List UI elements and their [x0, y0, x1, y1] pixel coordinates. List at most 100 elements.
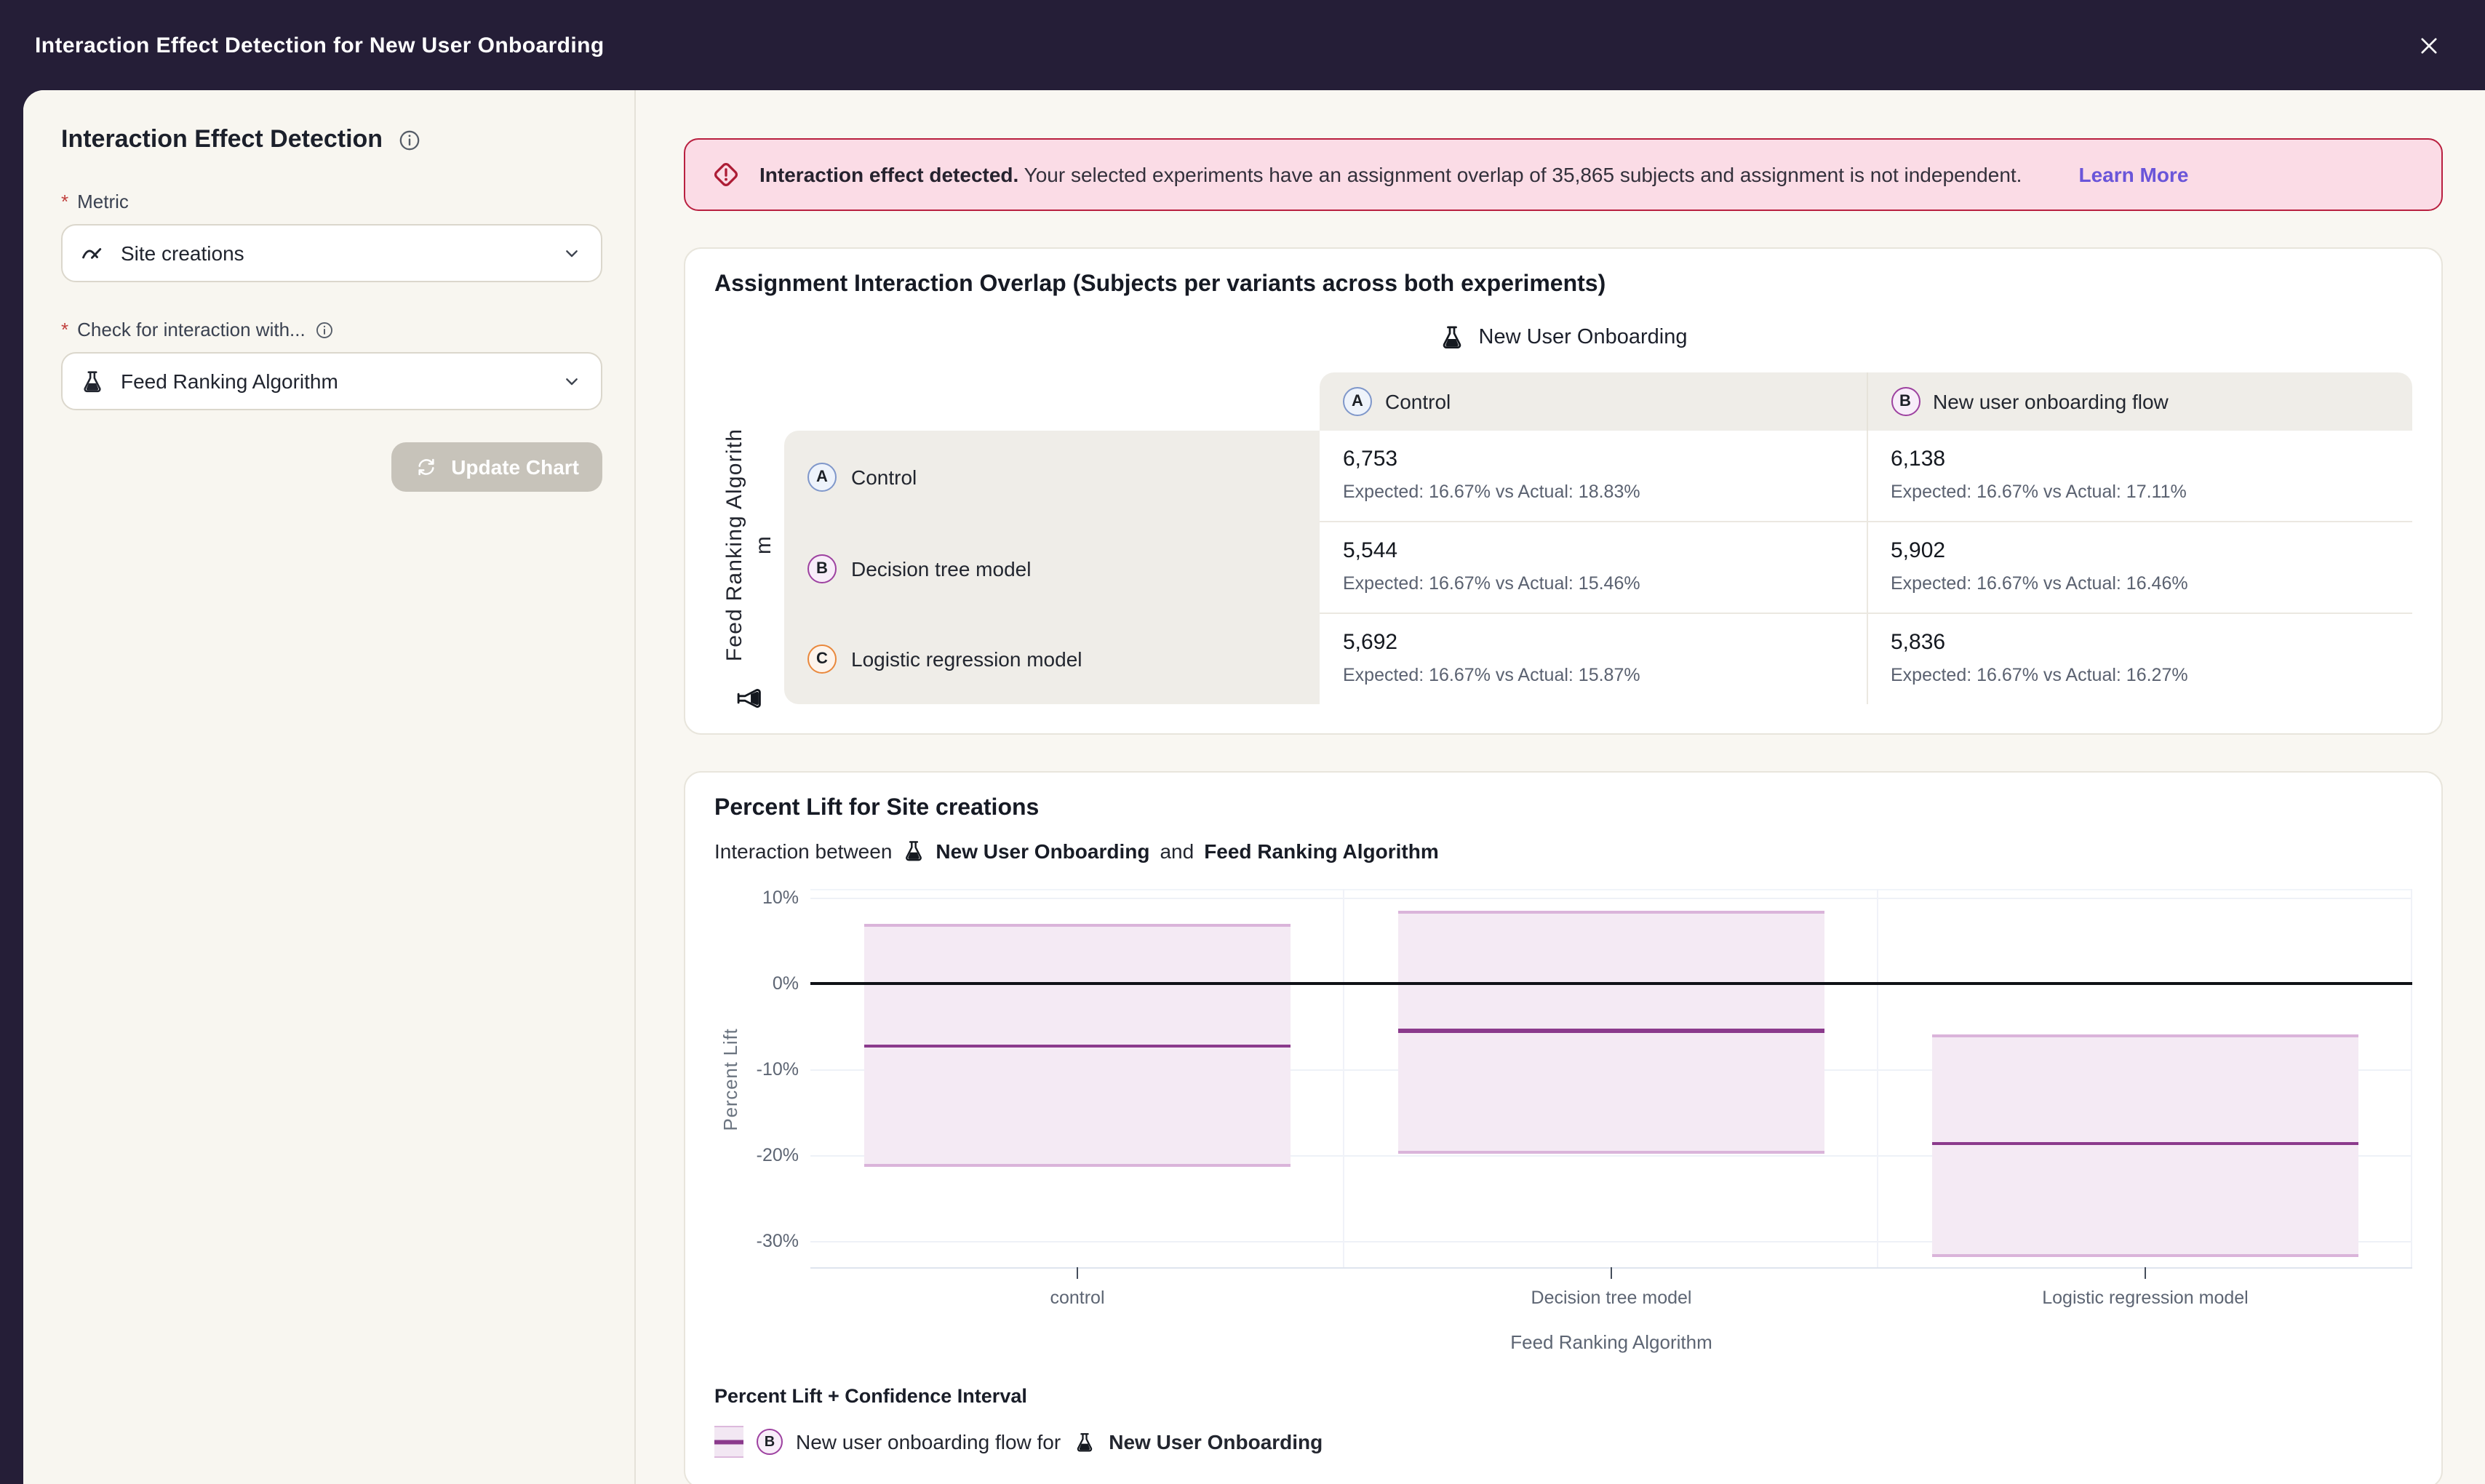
chart-subtitle: Interaction between New User Onboarding … — [714, 839, 2412, 863]
row-label-text: Decision tree model — [851, 556, 1031, 580]
row-label-decision-tree-model: B Decision tree model — [784, 522, 1320, 614]
interaction-value: Feed Ranking Algorithm — [121, 370, 338, 393]
interaction-label: Check for interaction with... — [77, 319, 306, 340]
expected-vs-actual: Expected: 16.67% vs Actual: 17.11% — [1891, 482, 2389, 502]
chevron-down-icon — [560, 370, 583, 393]
modal-content: Interaction Effect Detection * Metric Si… — [23, 90, 2485, 1484]
y-tick-label: -20% — [757, 1145, 799, 1165]
expected-vs-actual: Expected: 16.67% vs Actual: 16.27% — [1891, 665, 2389, 685]
expected-vs-actual: Expected: 16.67% vs Actual: 18.83% — [1343, 482, 1843, 502]
interaction-effect-modal: Interaction Effect Detection for New Use… — [0, 0, 2485, 1484]
chart-title: Percent Lift for Site creations — [714, 796, 2412, 822]
subject-count: 5,836 — [1891, 630, 2389, 655]
flask-icon — [902, 839, 925, 863]
settings-sidebar: Interaction Effect Detection * Metric Si… — [23, 90, 636, 1484]
interaction-experiment-select[interactable]: Feed Ranking Algorithm — [61, 352, 602, 410]
legend-experiment: New User Onboarding — [1109, 1430, 1323, 1453]
overlap-cell: 5,836 Expected: 16.67% vs Actual: 16.27% — [1866, 614, 2412, 704]
expected-vs-actual: Expected: 16.67% vs Actual: 16.46% — [1891, 573, 2389, 594]
required-asterisk: * — [61, 319, 68, 340]
lift-chart: Percent Lift 10% 0% -10% -20% -30% Feed Rank… — [714, 889, 2412, 1269]
legend-item: B New user onboarding flow for New User … — [714, 1426, 2412, 1458]
flask-icon — [735, 685, 763, 712]
row-label-text: Logistic regression model — [851, 647, 1082, 671]
refresh-icon — [415, 455, 438, 479]
row-experiment-label: Feed Ranking Algorithm — [721, 423, 778, 667]
lift-line-decision-tree-model — [1397, 1029, 1824, 1033]
percent-lift-card: Percent Lift for Site creations Interact… — [684, 771, 2443, 1484]
row-label-text: Control — [851, 465, 917, 488]
lift-line-control — [863, 1045, 1291, 1048]
y-axis: 10% 0% -10% -20% -30% — [746, 889, 810, 1267]
gridline-vertical — [2411, 889, 2412, 1267]
alert-text: Interaction effect detected. Your select… — [759, 163, 2022, 186]
y-tick-label: -10% — [757, 1059, 799, 1080]
interaction-alert-banner: Interaction effect detected. Your select… — [684, 138, 2443, 211]
sidebar-title: Interaction Effect Detection — [61, 125, 383, 154]
x-tick-label: control — [1050, 1288, 1104, 1308]
subject-count: 6,138 — [1891, 447, 2389, 471]
overlap-table-title: Assignment Interaction Overlap (Subjects… — [714, 272, 2412, 298]
required-asterisk: * — [61, 191, 68, 212]
y-axis-title: Percent Lift — [714, 889, 746, 1269]
overlap-cell: 6,753Expected: 16.67% vs Actual: 18.83% — [1320, 431, 1866, 522]
x-tick — [1611, 1267, 1613, 1279]
row-label-logistic-regression-model: C Logistic regression model — [784, 614, 1320, 704]
learn-more-link[interactable]: Learn More — [2078, 163, 2188, 186]
info-icon[interactable] — [314, 319, 335, 340]
overlap-cell: 5,902 Expected: 16.67% vs Actual: 16.46% — [1866, 522, 2412, 614]
close-icon — [2416, 33, 2441, 57]
legend-text: New user onboarding flow for — [796, 1430, 1061, 1453]
x-tick — [1076, 1267, 1078, 1279]
experiment-b-name: Feed Ranking Algorithm — [1204, 839, 1439, 863]
x-tick-label: Logistic regression model — [2042, 1288, 2249, 1308]
variant-badge-b: B — [807, 554, 837, 583]
variant-badge-b: B — [757, 1429, 783, 1455]
ci-band-logistic-regression-model[interactable] — [1931, 1035, 2358, 1258]
info-icon[interactable] — [397, 127, 422, 152]
close-button[interactable] — [2406, 23, 2450, 67]
variant-badge-a: A — [807, 462, 837, 491]
chevron-down-icon — [560, 242, 583, 265]
x-tick-label: Decision tree model — [1531, 1288, 1692, 1308]
y-tick-label: 10% — [762, 887, 799, 908]
y-tick-label: 0% — [773, 973, 799, 994]
y-tick-label: -30% — [757, 1232, 799, 1252]
row-experiment-axis: Feed Ranking Algorithm — [714, 431, 784, 704]
alert-title: Interaction effect detected. — [759, 163, 1018, 186]
gridline-vertical — [1877, 889, 1878, 1267]
overlap-cell: 5,692Expected: 16.67% vs Actual: 15.87% — [1320, 614, 1866, 704]
subject-count: 5,692 — [1343, 630, 1843, 655]
overlap-table-card: Assignment Interaction Overlap (Subjects… — [684, 247, 2443, 735]
metric-select[interactable]: Site creations — [61, 224, 602, 282]
column-header-control: A Control — [1320, 372, 1866, 431]
experiment-a-name: New User Onboarding — [936, 839, 1149, 863]
row-label-control: A Control — [784, 431, 1320, 522]
column-header-treatment: B New user onboarding flow — [1866, 372, 2412, 431]
x-axis-title: Feed Ranking Algorithm — [1510, 1331, 1712, 1353]
gridline-vertical — [1343, 889, 1344, 1267]
subject-count: 5,902 — [1891, 538, 2389, 563]
main-panel: Interaction effect detected. Your select… — [636, 90, 2485, 1484]
ci-swatch-icon — [714, 1426, 743, 1458]
variant-badge-c: C — [807, 645, 837, 674]
column-experiment-header: New User Onboarding — [714, 304, 2412, 372]
modal-header: Interaction Effect Detection for New Use… — [0, 0, 2485, 90]
alert-diamond-icon — [710, 159, 742, 191]
lift-plot: Feed Ranking Algorithm controlDecision t… — [810, 889, 2412, 1269]
variant-badge-b: B — [1891, 387, 1920, 416]
update-chart-button[interactable]: Update Chart — [391, 442, 602, 492]
x-tick — [2145, 1267, 2147, 1279]
zero-line — [810, 982, 2412, 985]
variant-badge-a: A — [1343, 387, 1372, 416]
overlap-table: New User Onboarding A Control B New user… — [714, 304, 2412, 704]
flask-icon — [1074, 1431, 1096, 1453]
expected-vs-actual: Expected: 16.67% vs Actual: 15.46% — [1343, 573, 1843, 594]
alert-body: Your selected experiments have an assign… — [1024, 163, 2022, 186]
metric-label: Metric — [77, 191, 129, 212]
legend-title: Percent Lift + Confidence Interval — [714, 1385, 2412, 1407]
gridline — [810, 898, 2412, 899]
flask-icon — [1440, 324, 1466, 351]
overlap-cell: 5,544Expected: 16.67% vs Actual: 15.46% — [1320, 522, 1866, 614]
overlap-cell: 6,138 Expected: 16.67% vs Actual: 17.11% — [1866, 431, 2412, 522]
